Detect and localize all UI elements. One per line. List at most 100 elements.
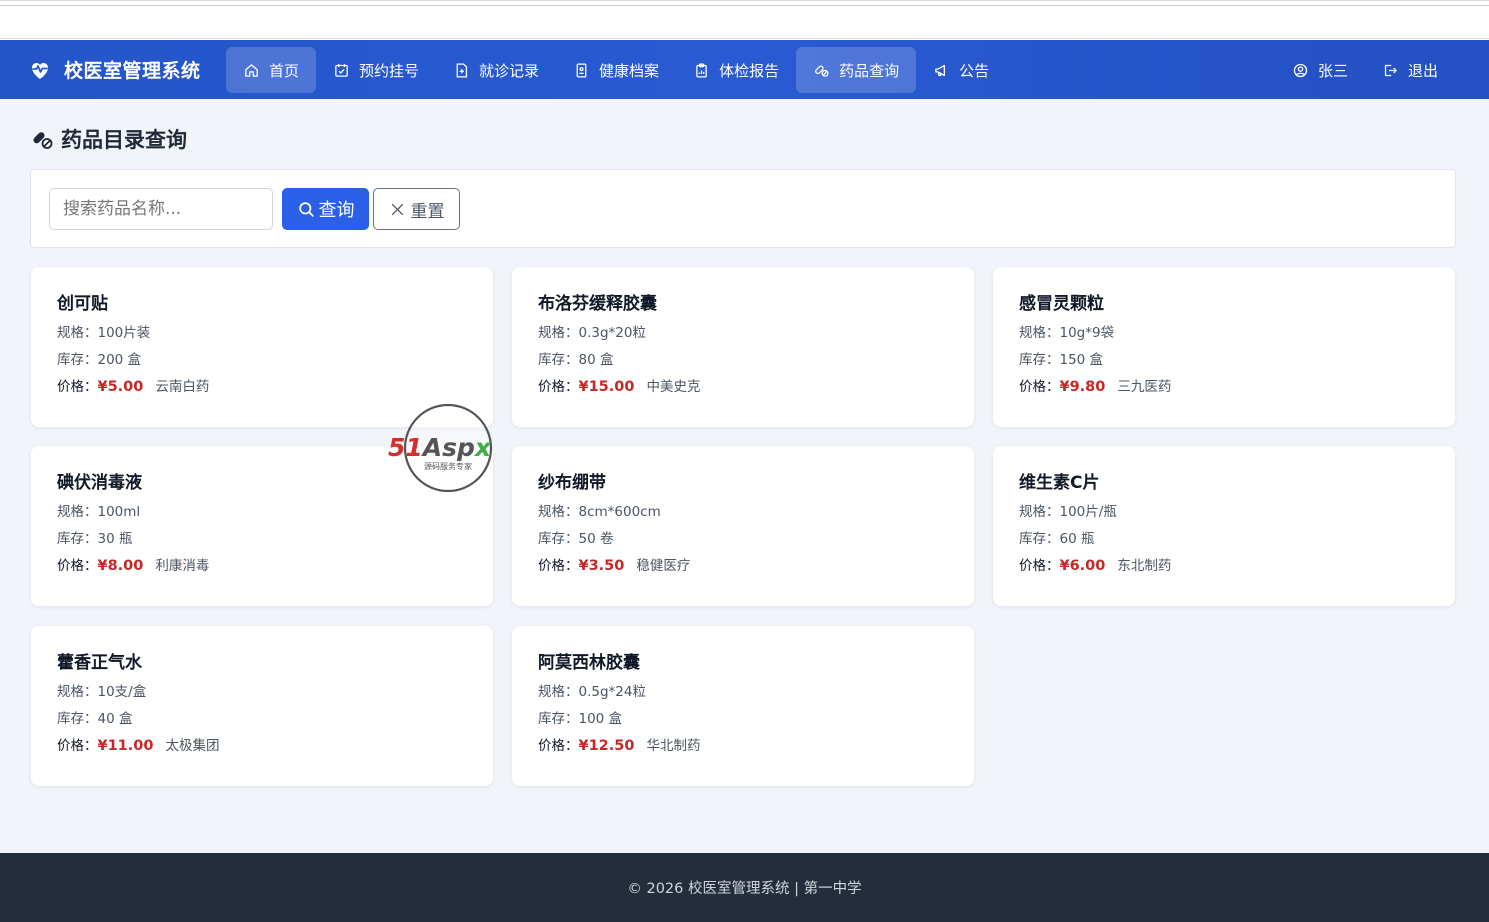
nav-user-area: 张三 退出 [1275, 47, 1455, 93]
search-button-label: 查询 [318, 200, 355, 221]
nav-item-announcements[interactable]: 公告 [916, 47, 1006, 93]
stock-value: 40 盒 [97, 711, 133, 727]
price-label: 价格： [538, 558, 579, 574]
logout-button[interactable]: 退出 [1365, 47, 1455, 93]
nav-item-label: 健康档案 [599, 61, 660, 80]
nav-item-label: 体检报告 [719, 61, 780, 80]
watermark-subtext: 源码服务专家 [424, 461, 472, 471]
capsule-icon [815, 65, 829, 77]
nav-item-appointment[interactable]: 预约挂号 [316, 47, 436, 93]
drug-maker: 稳健医疗 [636, 558, 691, 574]
nav-item-visit-records[interactable]: 就诊记录 [436, 47, 556, 93]
spec-label: 规格： [538, 504, 579, 520]
spec-value: 10g*9袋 [1059, 325, 1115, 341]
page-title: 药品目录查询 [61, 128, 187, 152]
drug-card[interactable]: 阿莫西林胶囊 规格：0.5g*24粒 库存：100 盒 价格：¥12.50 华北制… [512, 626, 974, 786]
price-value: ¥3.50 [578, 558, 625, 574]
drug-maker: 太极集团 [165, 738, 220, 754]
drug-card[interactable]: 感冒灵颗粒 规格：10g*9袋 库存：150 盒 价格：¥9.80 三九医药 [993, 267, 1455, 427]
price-value: ¥5.00 [97, 379, 144, 395]
nav-item-label: 首页 [269, 61, 300, 80]
drug-spec: 规格：100ml [57, 502, 467, 522]
nav-item-label: 预约挂号 [359, 61, 420, 80]
drug-price: 价格：¥8.00 利康消毒 [57, 556, 467, 576]
price-label: 价格： [1019, 558, 1060, 574]
drug-name: 阿莫西林胶囊 [538, 653, 640, 673]
drug-card[interactable]: 布洛芬缓释胶囊 规格：0.3g*20粒 库存：80 盒 价格：¥15.00 中美史… [512, 267, 974, 427]
spec-value: 100片装 [97, 325, 151, 341]
drug-name: 创可贴 [57, 294, 108, 314]
spec-label: 规格： [538, 684, 579, 700]
drug-price: 价格：¥3.50 稳健医疗 [538, 556, 948, 576]
nav-menu: 首页 预约挂号 就诊记录 健康档案 体检报告 药品查询 公告 [226, 47, 1006, 93]
watermark-text: 51Aspx [388, 433, 492, 462]
drug-price: 价格：¥5.00 云南白药 [57, 377, 467, 397]
drug-stock: 库存：100 盒 [538, 709, 948, 729]
search-panel: 查询 重置 [30, 169, 1456, 248]
price-label: 价格： [57, 379, 98, 395]
spec-label: 规格： [57, 504, 98, 520]
spec-value: 0.3g*20粒 [578, 325, 646, 341]
reset-button[interactable]: 重置 [373, 188, 460, 230]
price-label: 价格： [57, 558, 98, 574]
reset-button-label: 重置 [410, 201, 445, 222]
home-icon [245, 63, 258, 77]
stock-label: 库存： [57, 531, 98, 547]
drug-name: 藿香正气水 [57, 653, 142, 673]
price-value: ¥8.00 [97, 558, 144, 574]
drug-card[interactable]: 维生素C片 规格：100片/瓶 库存：60 瓶 价格：¥6.00 东北制药 [993, 446, 1455, 606]
drug-spec: 规格：100片装 [57, 323, 467, 343]
file-medical-icon [456, 62, 468, 78]
drug-stock: 库存：30 瓶 [57, 529, 467, 549]
spec-value: 100ml [97, 504, 141, 520]
user-menu[interactable]: 张三 [1275, 47, 1365, 93]
nav-item-home[interactable]: 首页 [226, 47, 317, 93]
browser-address-strip [0, 0, 1489, 40]
drug-price: 价格：¥15.00 中美史克 [538, 377, 948, 397]
stock-value: 100 盒 [578, 711, 623, 727]
price-value: ¥15.00 [578, 379, 635, 395]
search-button[interactable]: 查询 [282, 188, 369, 230]
stock-label: 库存： [538, 352, 579, 368]
stock-label: 库存： [57, 711, 98, 727]
price-label: 价格： [1019, 379, 1060, 395]
stock-label: 库存： [1019, 531, 1060, 547]
brand[interactable]: 校医室管理系统 [28, 40, 201, 99]
spec-value: 0.5g*24粒 [578, 684, 646, 700]
stock-value: 30 瓶 [97, 531, 133, 547]
logout-label: 退出 [1407, 61, 1438, 80]
drug-spec: 规格：8cm*600cm [538, 502, 948, 522]
drug-price: 价格：¥9.80 三九医药 [1019, 377, 1429, 397]
footer-copyright: © 2026 校医室管理系统 | 第一中学 [627, 881, 862, 897]
nav-item-label: 公告 [959, 61, 990, 80]
top-navbar: 校医室管理系统 首页 预约挂号 就诊记录 健康档案 体检报告 药品查询 公告 张… [0, 40, 1489, 99]
drug-card[interactable]: 藿香正气水 规格：10支/盒 库存：40 盒 价格：¥11.00 太极集团 [31, 626, 493, 786]
nav-item-label: 药品查询 [839, 61, 900, 80]
footer: © 2026 校医室管理系统 | 第一中学 [0, 853, 1489, 922]
drug-spec: 规格：10g*9袋 [1019, 323, 1429, 343]
page-heading: 药品目录查询 [30, 124, 187, 154]
drug-maker: 华北制药 [646, 738, 701, 754]
logout-icon [1384, 64, 1397, 76]
drug-maker: 利康消毒 [155, 558, 210, 574]
drug-name: 布洛芬缓释胶囊 [538, 294, 657, 314]
drug-stock: 库存：40 盒 [57, 709, 467, 729]
drug-price: 价格：¥11.00 太极集团 [57, 736, 467, 756]
browser-divider [0, 5, 1489, 6]
drug-maker: 三九医药 [1117, 379, 1172, 395]
spec-label: 规格： [57, 325, 98, 341]
spec-value: 100片/瓶 [1059, 504, 1117, 520]
drug-stock: 库存：80 盒 [538, 350, 948, 370]
spec-value: 10支/盒 [97, 684, 147, 700]
nav-item-exam-reports[interactable]: 体检报告 [676, 47, 796, 93]
nav-item-drug-query[interactable]: 药品查询 [796, 47, 917, 93]
nav-item-health-records[interactable]: 健康档案 [556, 47, 676, 93]
search-input[interactable] [49, 188, 273, 230]
drug-stock: 库存：60 瓶 [1019, 529, 1429, 549]
user-name: 张三 [1317, 61, 1348, 80]
spec-label: 规格： [1019, 504, 1060, 520]
drug-card[interactable]: 纱布绷带 规格：8cm*600cm 库存：50 卷 价格：¥3.50 稳健医疗 [512, 446, 974, 606]
nav-item-label: 就诊记录 [479, 61, 540, 80]
spec-label: 规格： [538, 325, 579, 341]
drug-spec: 规格：0.3g*20粒 [538, 323, 948, 343]
